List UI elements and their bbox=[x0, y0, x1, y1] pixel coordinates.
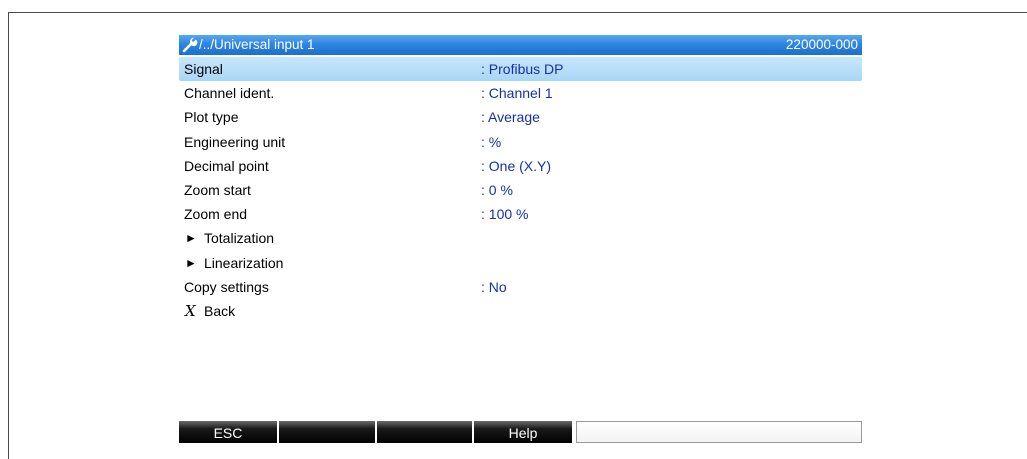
menu-item-engineering-unit[interactable]: Engineering unit : % bbox=[179, 130, 862, 154]
menu-item-label: Channel ident. bbox=[184, 85, 275, 102]
menu-item-value: : One (X.Y) bbox=[481, 157, 552, 174]
menu-item-label: Zoom start bbox=[184, 181, 251, 198]
menu-item-label: Decimal point bbox=[184, 157, 269, 174]
menu-item-plot-type[interactable]: Plot type : Average bbox=[179, 105, 862, 129]
softkey-blank-area bbox=[576, 421, 862, 443]
menu-item-linearization[interactable]: ► Linearization bbox=[179, 251, 862, 275]
menu-item-value: : Average bbox=[481, 109, 540, 126]
settings-menu: Signal : Profibus DP Channel ident. : Ch… bbox=[179, 57, 862, 323]
menu-item-label: Plot type bbox=[184, 109, 239, 126]
title-bar: /../Universal input 1 220000-000 bbox=[179, 35, 862, 55]
menu-item-value: : Profibus DP bbox=[481, 61, 564, 77]
menu-item-label: Signal bbox=[184, 61, 223, 77]
menu-item-channel-ident[interactable]: Channel ident. : Channel 1 bbox=[179, 81, 862, 105]
menu-item-label: Copy settings bbox=[184, 278, 269, 295]
menu-item-label: Totalization bbox=[204, 230, 275, 247]
menu-item-zoom-end[interactable]: Zoom end : 100 % bbox=[179, 202, 862, 226]
softkey-3[interactable] bbox=[377, 421, 474, 443]
menu-item-copy-settings[interactable]: Copy settings : No bbox=[179, 275, 862, 299]
menu-item-decimal-point[interactable]: Decimal point : One (X.Y) bbox=[179, 154, 862, 178]
menu-item-label: Engineering unit bbox=[184, 133, 286, 150]
menu-item-back[interactable]: X Back bbox=[179, 299, 862, 323]
menu-path: /../Universal input 1 bbox=[199, 37, 315, 52]
menu-item-label: Back bbox=[204, 302, 236, 319]
x-icon: X bbox=[185, 301, 196, 320]
help-softkey[interactable]: Help bbox=[474, 421, 574, 443]
menu-item-label: Linearization bbox=[204, 254, 284, 271]
esc-softkey[interactable]: ESC bbox=[179, 421, 279, 443]
submenu-arrow-icon: ► bbox=[185, 255, 197, 270]
menu-item-value: : No bbox=[481, 278, 507, 295]
softkey-2[interactable] bbox=[279, 421, 377, 443]
wrench-icon bbox=[182, 37, 198, 53]
menu-item-value: : Channel 1 bbox=[481, 85, 553, 102]
menu-item-value: : % bbox=[481, 133, 502, 150]
device-id: 220000-000 bbox=[785, 37, 858, 52]
menu-item-value: : 0 % bbox=[481, 181, 513, 198]
menu-item-totalization[interactable]: ► Totalization bbox=[179, 226, 862, 250]
softkey-bar: ESC Help bbox=[179, 421, 862, 443]
submenu-arrow-icon: ► bbox=[185, 231, 197, 246]
menu-item-label: Zoom end bbox=[184, 206, 248, 223]
menu-item-value: : 100 % bbox=[481, 206, 529, 223]
menu-item-signal[interactable]: Signal : Profibus DP bbox=[179, 57, 862, 82]
menu-item-zoom-start[interactable]: Zoom start : 0 % bbox=[179, 178, 862, 202]
